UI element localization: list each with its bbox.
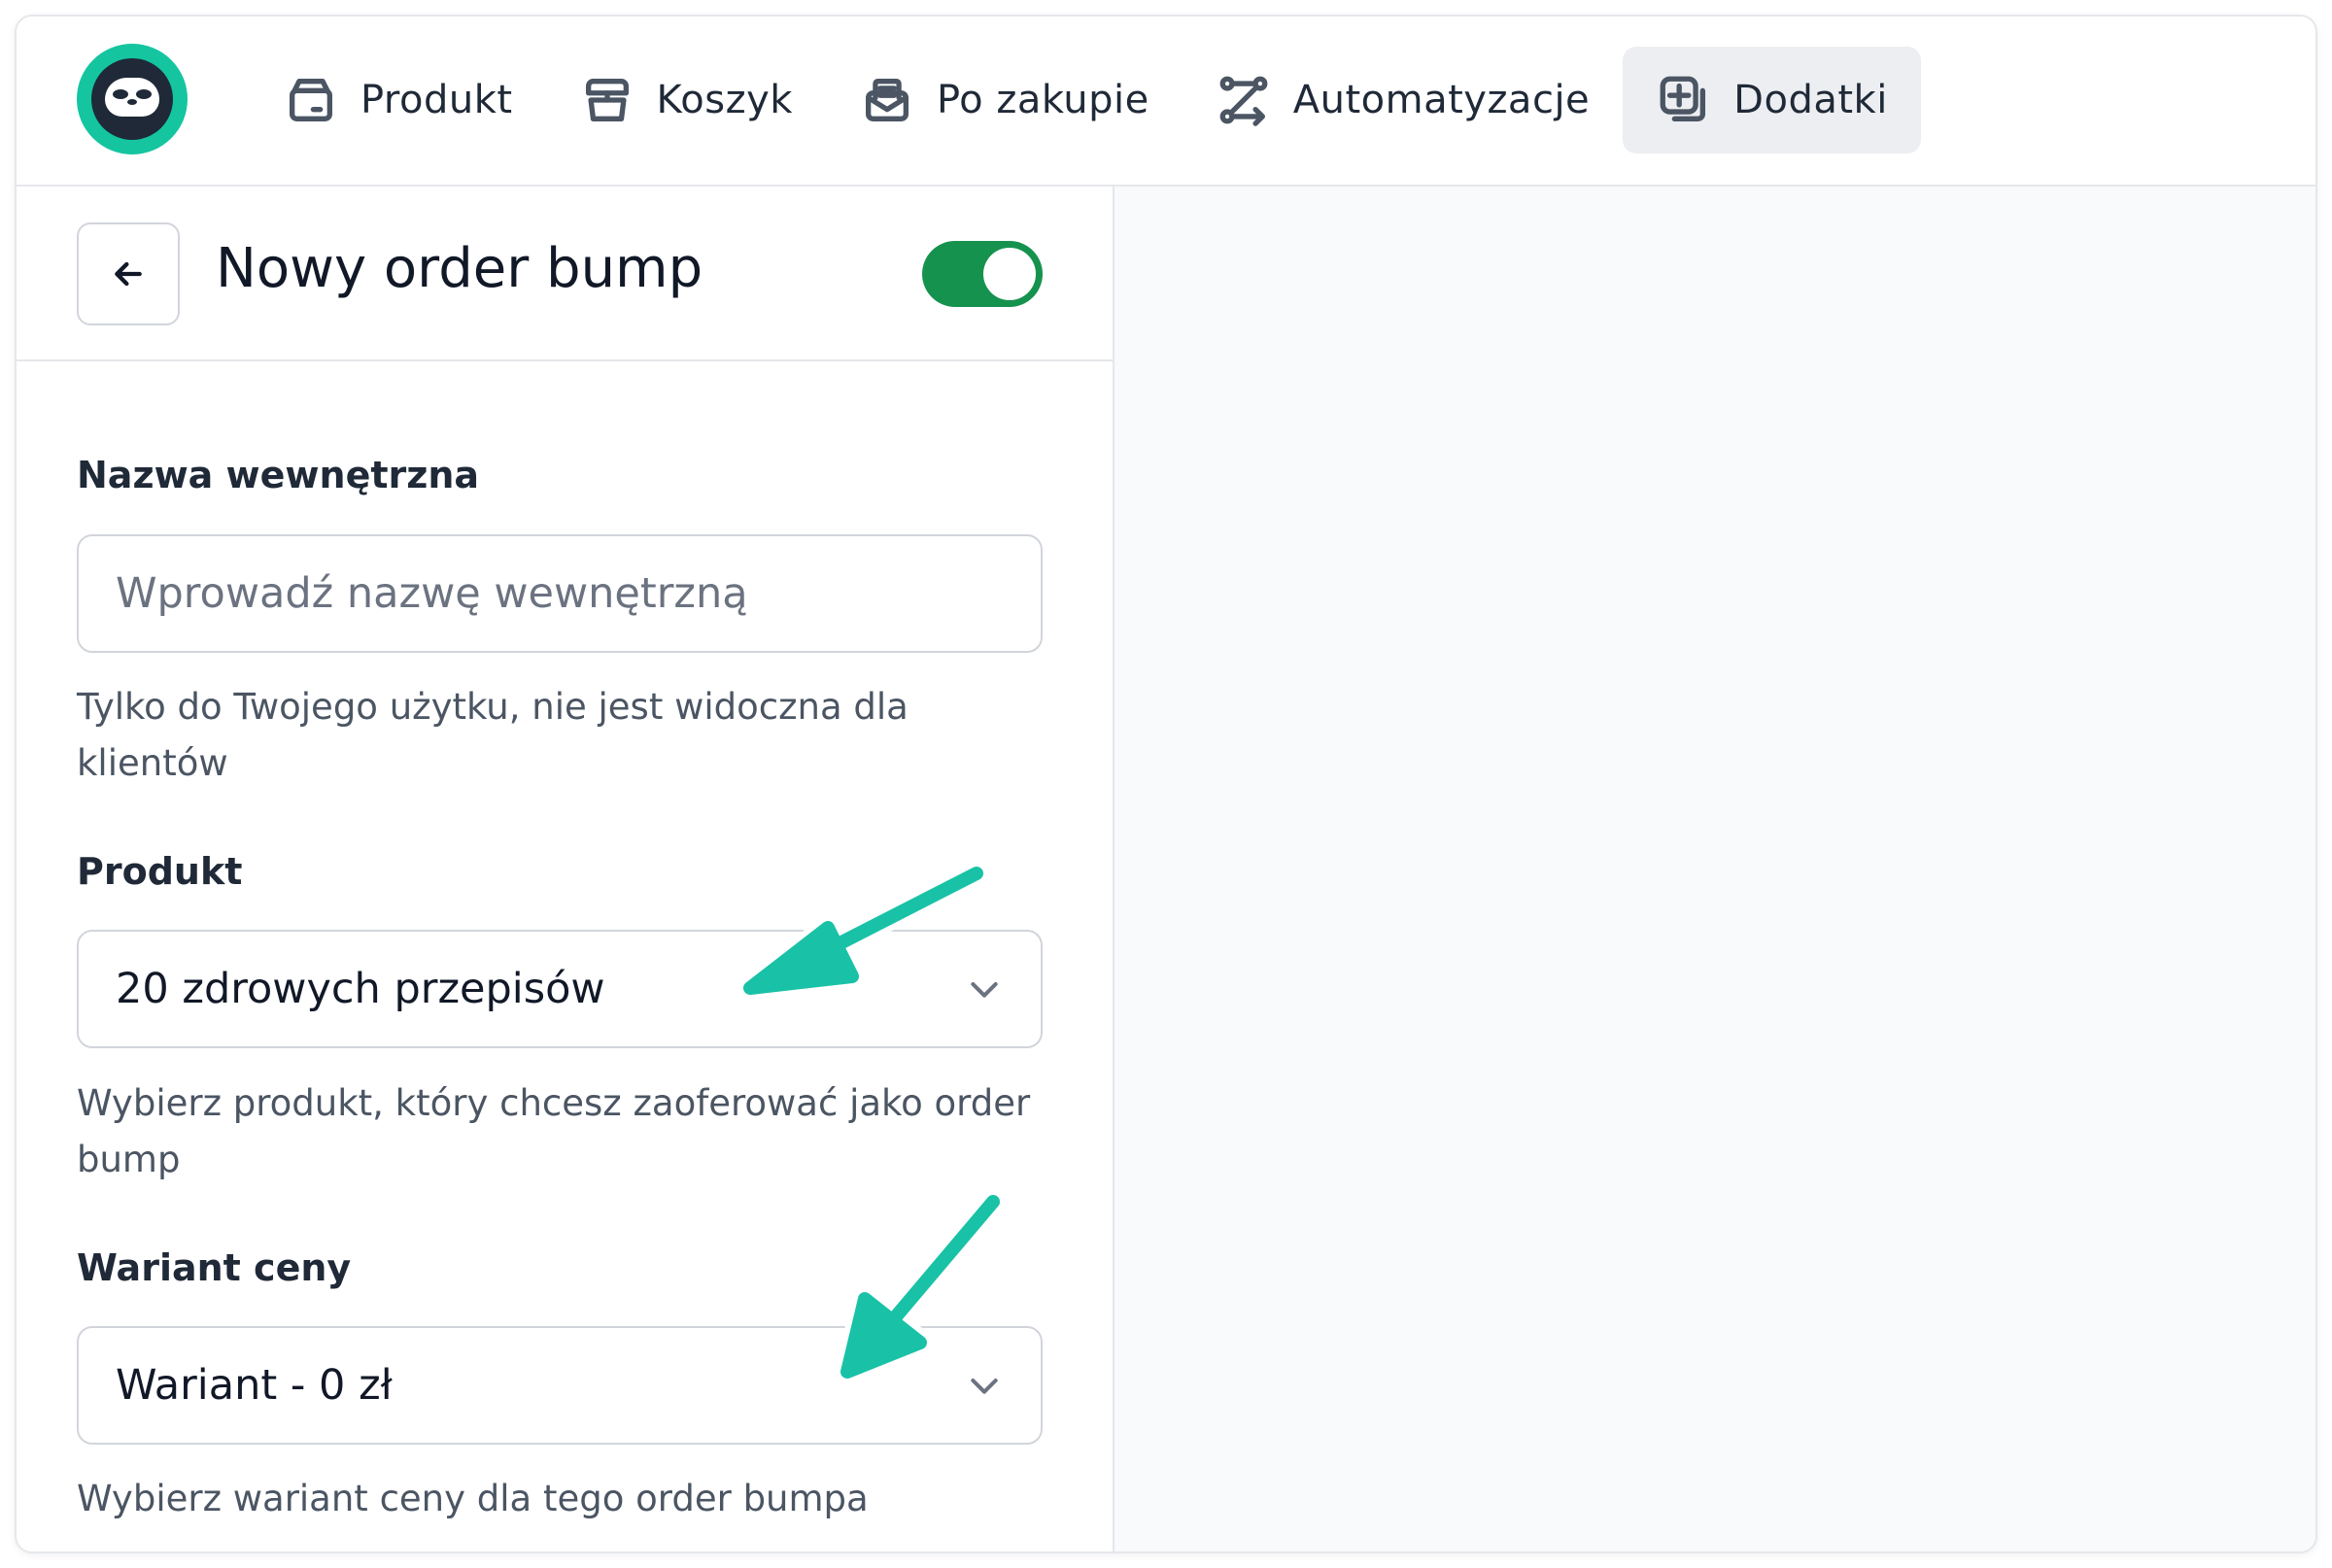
product-help: Wybierz produkt, który chcesz zaoferować… [77, 1082, 1031, 1180]
back-button[interactable] [77, 222, 180, 325]
arrow-left-icon [115, 261, 142, 287]
price-variant-select[interactable]: Wariant - 0 zł [77, 1326, 1043, 1445]
nav-item-label: Koszyk [656, 78, 793, 122]
internal-name-input[interactable] [116, 569, 1004, 618]
sloth-logo-icon[interactable] [77, 44, 188, 154]
price-variant-help: Wybierz wariant ceny dla tego order bump… [77, 1478, 869, 1519]
enabled-toggle[interactable] [922, 241, 1043, 307]
top-navigation: Produkt Koszyk Po zakupie Automatyzacje … [17, 17, 2315, 187]
chevron-down-icon [971, 982, 998, 998]
nav-item-po-zakupie[interactable]: Po zakupie [826, 47, 1183, 153]
product-select[interactable]: 20 zdrowych przepisów [77, 930, 1043, 1048]
add-stack-icon [1660, 76, 1706, 121]
internal-name-field [77, 534, 1043, 653]
page-title: Nowy order bump [216, 237, 703, 300]
box-icon [290, 79, 332, 121]
toggle-knob [983, 248, 1036, 300]
product-selected-value: 20 zdrowych przepisów [116, 965, 605, 1013]
preview-panel [1115, 187, 2315, 1551]
chevron-down-icon [971, 1379, 998, 1394]
order-bump-editor: Nowy order bump Nazwa wewnętrzna Tylko d… [17, 187, 1115, 1551]
price-variant-label: Wariant ceny [77, 1246, 352, 1289]
product-label: Produkt [77, 850, 243, 893]
nav-tabs: Produkt Koszyk Po zakupie Automatyzacje … [250, 44, 1921, 156]
price-variant-selected-value: Wariant - 0 zł [116, 1361, 393, 1410]
nav-item-dodatki[interactable]: Dodatki [1623, 47, 1921, 153]
nav-item-automatyzacje[interactable]: Automatyzacje [1183, 47, 1623, 153]
route-icon [1219, 76, 1268, 126]
nav-item-label: Produkt [360, 78, 513, 122]
nav-item-koszyk[interactable]: Koszyk [546, 47, 826, 153]
nav-item-label: Po zakupie [936, 78, 1149, 122]
internal-name-help: Tylko do Twojego użytku, nie jest widocz… [77, 686, 909, 784]
internal-name-label: Nazwa wewnętrzna [77, 454, 480, 496]
app-window: Produkt Koszyk Po zakupie Automatyzacje … [15, 15, 2317, 1553]
editor-header: Nowy order bump [17, 187, 1113, 361]
nav-item-produkt[interactable]: Produkt [250, 47, 546, 153]
nav-item-label: Automatyzacje [1292, 78, 1591, 122]
cart-stack-icon [585, 79, 629, 121]
nav-item-label: Dodatki [1733, 78, 1888, 122]
mail-open-icon [865, 79, 909, 121]
